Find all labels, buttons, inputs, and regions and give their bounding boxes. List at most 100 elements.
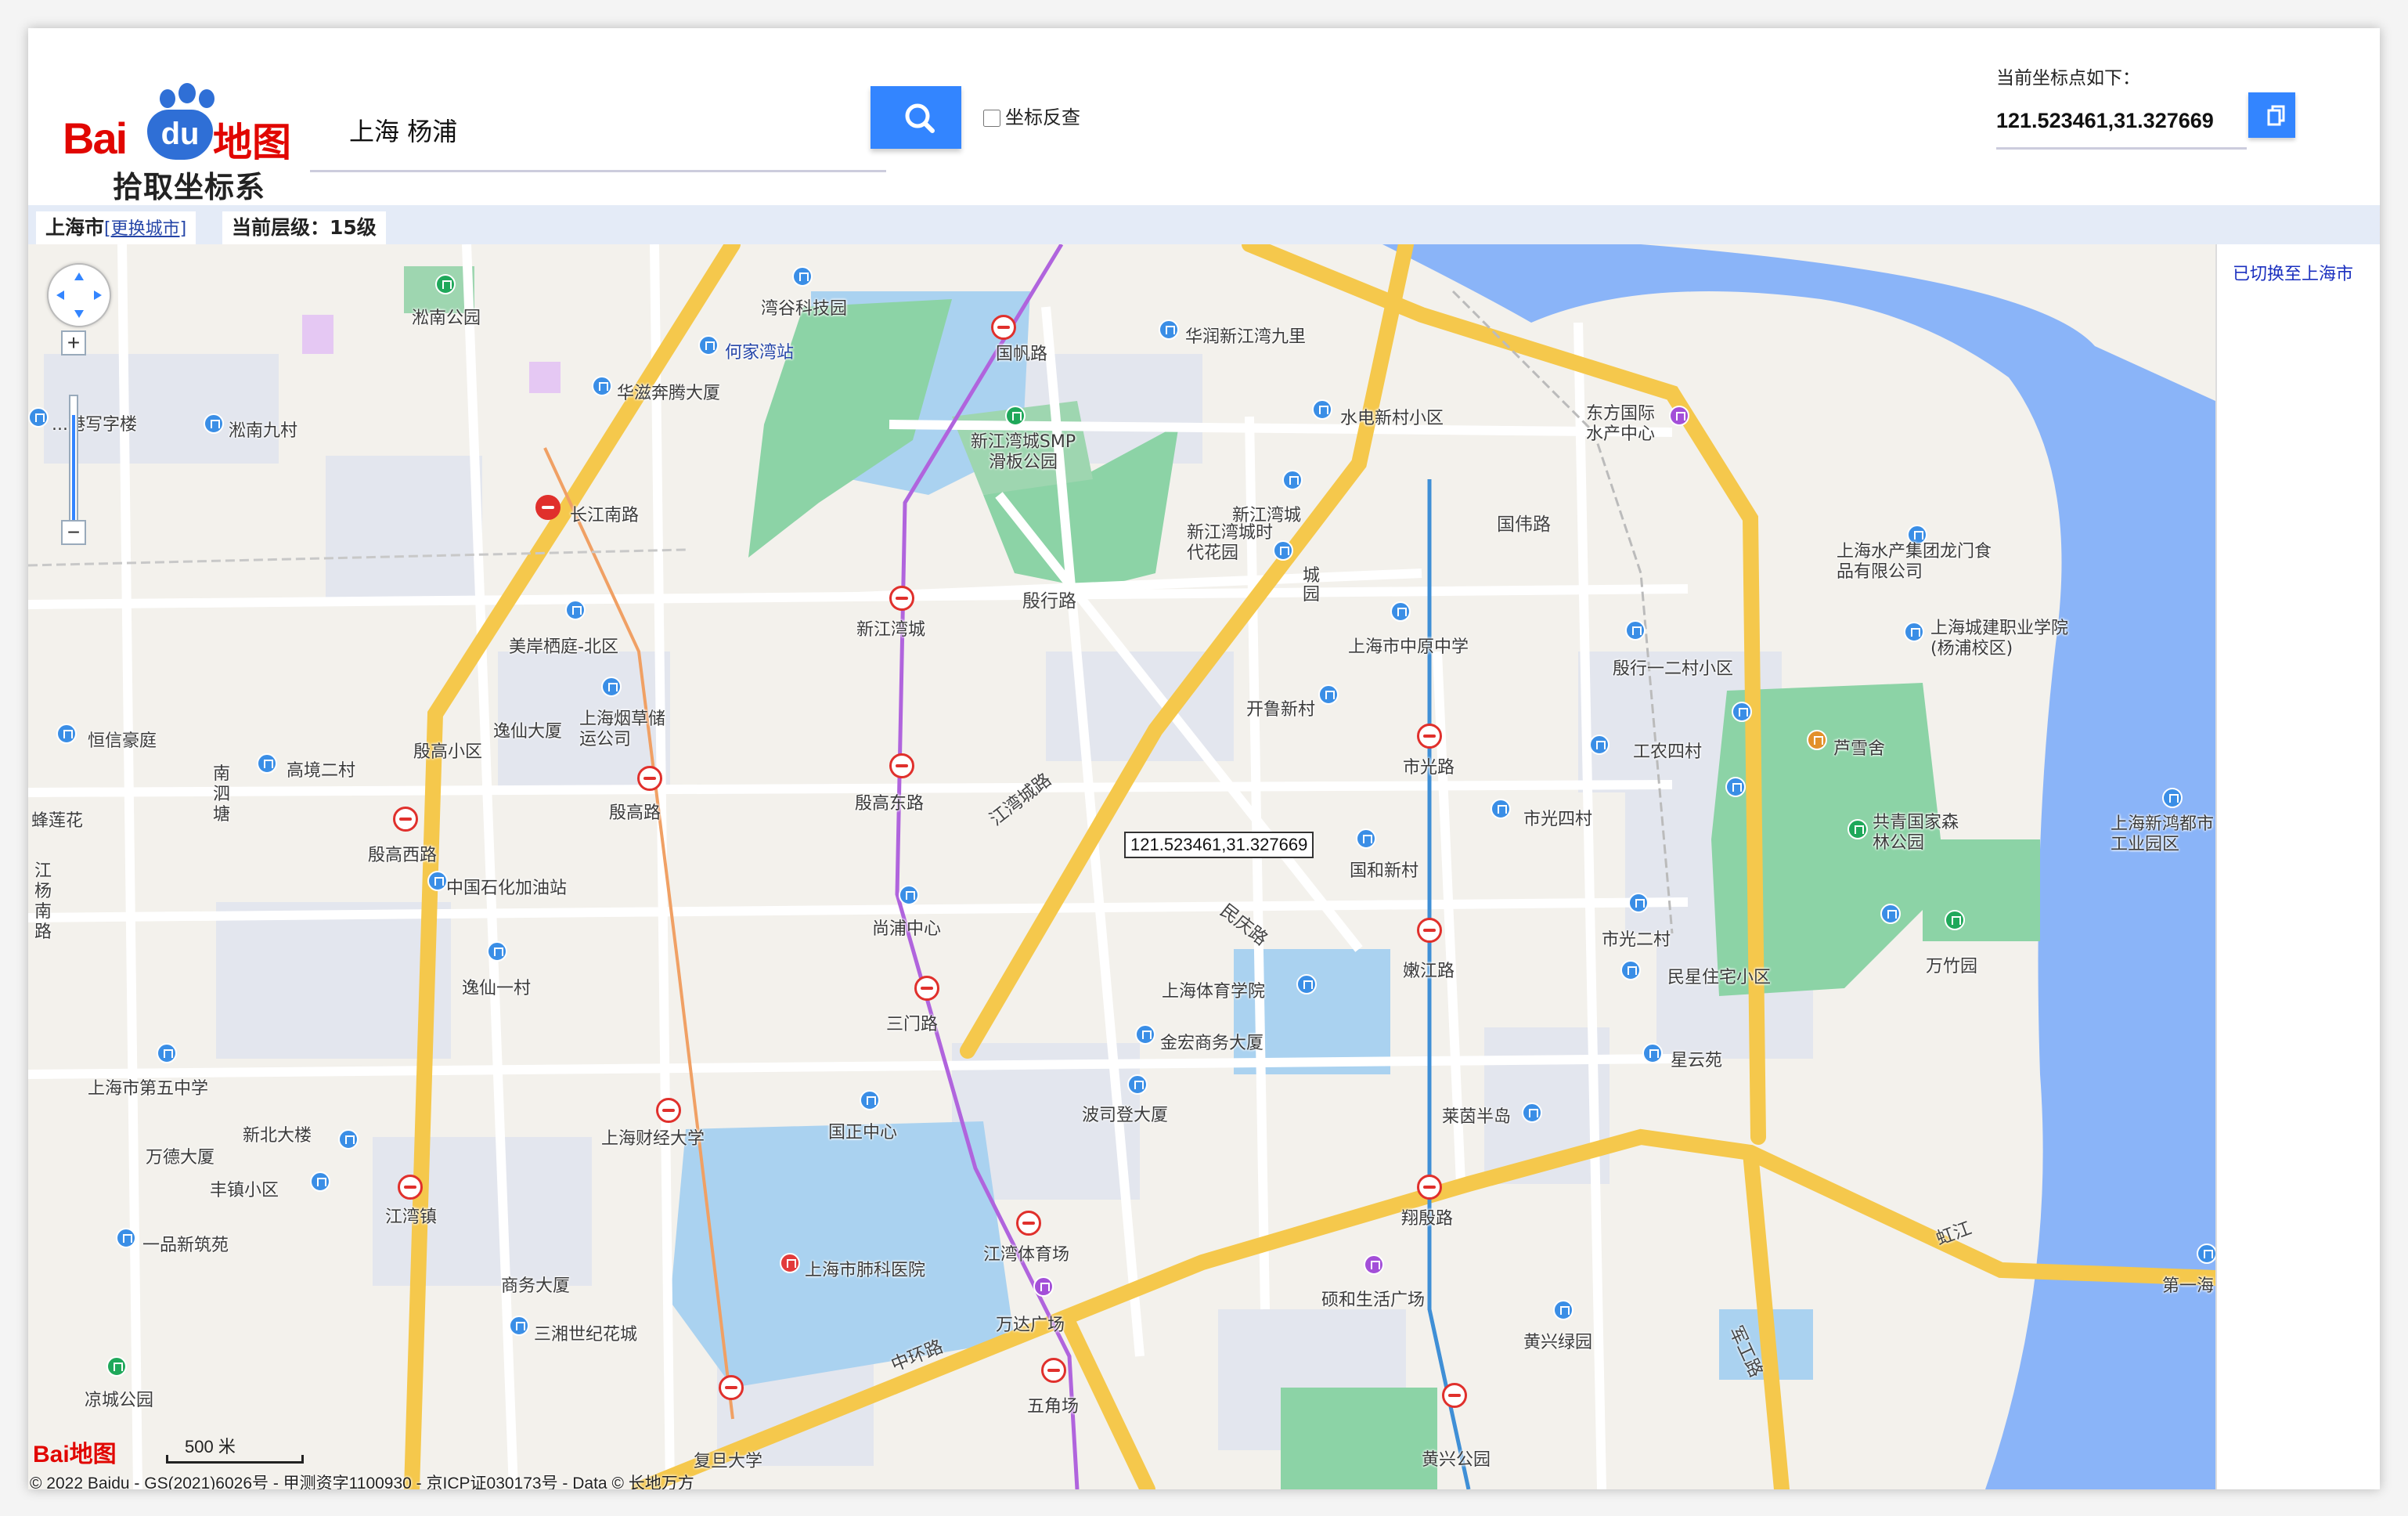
metro-station-icon[interactable] [656,1098,681,1123]
bus-stop-icon[interactable] [1732,702,1752,722]
poi-icon[interactable] [1491,799,1511,819]
poi-icon[interactable] [1127,1074,1148,1095]
poi-icon[interactable] [204,413,224,434]
poi-icon[interactable] [1642,1043,1663,1063]
metro-station-icon[interactable] [889,586,914,611]
map-label: 东方国际水产中心 [1586,404,1656,444]
metro-station-icon[interactable] [991,315,1016,340]
metro-exit-icon[interactable] [698,335,719,356]
poi-icon[interactable] [1282,470,1303,490]
park-icon[interactable] [435,274,456,294]
map-label: 翔殷路 [1401,1209,1454,1229]
poi-icon[interactable] [2197,1243,2215,1264]
school-icon[interactable] [1904,622,1924,642]
poi-icon[interactable] [565,600,586,620]
poi-icon[interactable] [116,1228,136,1248]
poi-icon[interactable] [1522,1103,1542,1123]
zoom-level-tab: 当前层级：15级 [222,211,386,244]
zoom-slider-fill [72,415,75,532]
map-canvas[interactable]: 淞南公园 湾谷科技园 何家湾站 国帆路 华润新江湾九里 华滋奔腾大厦 淞南九村 … [28,244,2215,1489]
poi-icon[interactable] [1628,893,1649,913]
metro-station-icon[interactable] [398,1175,423,1200]
metro-station-icon[interactable] [719,1375,744,1400]
poi-icon[interactable] [1625,620,1646,641]
metro-station-icon[interactable] [1417,724,1442,749]
poi-icon[interactable] [257,753,277,774]
reverse-lookup-toggle[interactable]: 坐标反查 [983,102,1080,129]
bus-stop-icon[interactable] [1725,777,1746,797]
map-label: 市光四村 [1523,810,1593,829]
poi-icon[interactable] [487,941,507,962]
search-input[interactable] [310,89,886,172]
poi-icon[interactable] [1553,1300,1573,1320]
park-icon[interactable] [1945,910,1965,930]
change-city-link[interactable]: [更换城市] [104,219,186,239]
poi-icon[interactable] [792,266,813,287]
poi-icon[interactable] [56,724,77,744]
zoom-out-button[interactable]: − [61,520,86,545]
shopping-icon[interactable] [1669,406,1689,426]
map-label: 上海市肺科医院 [805,1261,926,1280]
school-icon[interactable] [1296,974,1317,994]
bus-stop-icon[interactable] [1880,904,1901,924]
metro-station-icon[interactable] [889,753,914,778]
map-label: 中国石化加油站 [446,879,568,898]
park-icon[interactable] [1847,819,1868,839]
metro-station-icon[interactable] [535,495,561,520]
poi-icon[interactable] [310,1171,330,1192]
baidu-map-logo[interactable]: Bai du 地图 拾取坐标系统 [59,60,294,247]
coord-output-field[interactable] [1996,94,2247,150]
poi-icon[interactable] [1135,1024,1155,1045]
map-label: 上海新鸿都市工业园区 [2111,814,2215,854]
poi-icon[interactable] [1273,540,1293,561]
school-icon[interactable] [1390,601,1411,622]
poi-icon[interactable] [338,1129,359,1150]
copy-button[interactable] [2248,92,2295,138]
metro-station-icon[interactable] [1417,918,1442,943]
reverse-lookup-checkbox[interactable] [983,110,1000,127]
gas-station-icon[interactable] [427,871,448,891]
metro-station-icon[interactable] [637,766,662,791]
poi-icon[interactable] [28,407,49,428]
shopping-icon[interactable] [1033,1276,1054,1297]
hospital-icon[interactable] [780,1253,800,1273]
map-label: 凉城公园 [85,1391,154,1410]
poi-icon[interactable] [860,1090,880,1110]
shopping-icon[interactable] [1364,1254,1384,1275]
map-label: 殷高路 [609,803,661,823]
search-button[interactable] [871,86,961,149]
school-icon[interactable] [157,1043,177,1063]
metro-station-icon[interactable] [914,976,939,1001]
coord-label: 当前坐标点如下： [1996,68,2140,88]
metro-station-icon[interactable] [393,807,418,832]
map-label: 新北大楼 [243,1126,312,1146]
metro-station-icon[interactable] [1016,1211,1041,1236]
copyright-text: © 2022 Baidu - GS(2021)6026号 - 甲测资字11009… [30,1474,694,1489]
map-logo: Bai地图 [33,1442,117,1467]
poi-icon[interactable] [592,376,612,396]
poi-icon[interactable] [1356,828,1376,849]
park-icon[interactable] [106,1356,127,1377]
poi-icon[interactable] [1589,735,1610,755]
metro-station-icon[interactable] [1442,1383,1467,1408]
poi-icon[interactable] [1620,960,1641,980]
map-label: 黄兴公园 [1422,1450,1491,1470]
metro-station-icon[interactable] [1417,1175,1442,1200]
pan-control[interactable] [47,263,111,327]
poi-icon[interactable] [2162,788,2183,808]
map-label: 开鲁新村 [1246,700,1316,720]
zoom-in-button[interactable]: + [61,330,86,356]
skatepark-icon[interactable] [1005,406,1026,426]
logo-word: Bai [63,114,128,163]
poi-icon[interactable] [509,1316,529,1336]
metro-station-icon[interactable] [1041,1358,1066,1383]
poi-icon[interactable] [1318,684,1339,705]
map-label: 星云苑 [1671,1051,1723,1070]
poi-icon[interactable] [1159,319,1179,340]
poi-icon[interactable] [1312,399,1332,420]
poi-icon[interactable] [601,677,622,697]
poi-icon[interactable] [899,885,919,905]
museum-icon[interactable] [1807,730,1827,750]
map-label: 上海市第五中学 [88,1079,209,1099]
map-label: 芦雪舍 [1833,739,1886,759]
